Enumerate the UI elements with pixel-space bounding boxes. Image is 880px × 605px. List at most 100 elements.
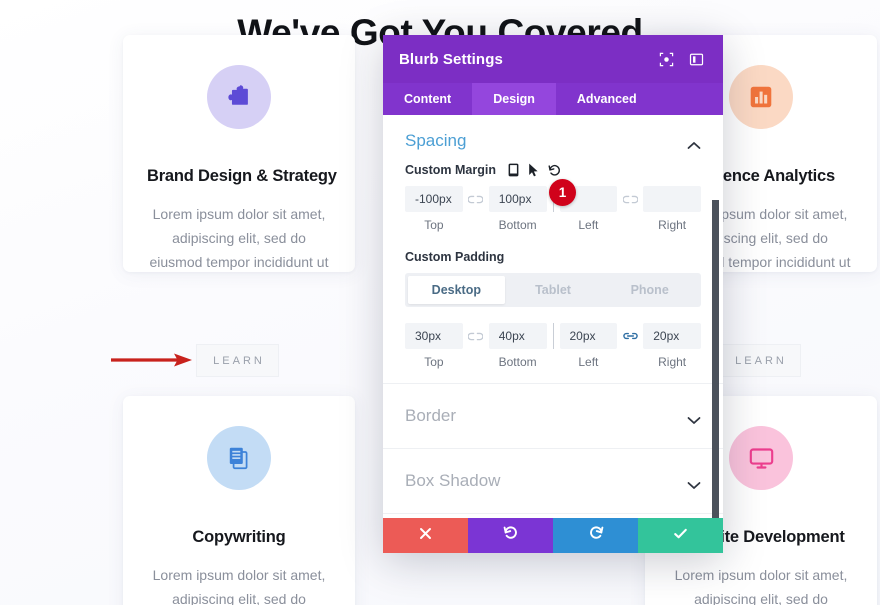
checkmark-icon (672, 525, 689, 547)
tab-content[interactable]: Content (383, 83, 472, 115)
padding-top-cell: 30px Top (405, 323, 463, 369)
bar-chart-icon (748, 84, 774, 110)
margin-top-cell: -100px Top (405, 186, 463, 232)
padding-bottom-input[interactable]: 40px (488, 323, 547, 349)
modal-body: Spacing Custom Margin -100px Top 100px B… (383, 115, 723, 518)
undo-button[interactable] (468, 518, 553, 553)
padding-left-caption: Left (578, 355, 599, 369)
cancel-button[interactable] (383, 518, 468, 553)
modal-scrollbar[interactable] (712, 200, 719, 518)
device-tab-tablet[interactable]: Tablet (505, 276, 602, 304)
device-tab-label: Phone (630, 283, 669, 297)
service-card-copywriting[interactable]: Copywriting Lorem ipsum dolor sit amet, … (123, 396, 355, 605)
tab-label: Content (404, 92, 452, 106)
learn-button-label: LEARN (213, 354, 265, 367)
link-broken-icon[interactable] (463, 323, 489, 349)
icon-circle (207, 426, 271, 490)
card-inner: Brand Design & Strategy Lorem ipsum dolo… (123, 35, 355, 272)
margin-right-caption: Right (658, 218, 687, 232)
margin-top-caption: Top (424, 218, 444, 232)
tab-advanced[interactable]: Advanced (556, 83, 658, 115)
undo-icon (503, 525, 519, 546)
padding-top-input[interactable]: 30px (405, 323, 463, 349)
card-title: Copywriting (192, 528, 286, 546)
padding-bottom-caption: Bottom (498, 355, 537, 369)
padding-left-cell: 20px Left (559, 323, 618, 369)
device-tab-label: Tablet (535, 283, 571, 297)
redo-button[interactable] (553, 518, 638, 553)
modal-tab-bar: Content Design Advanced (383, 83, 723, 115)
device-tab-phone[interactable]: Phone (601, 276, 698, 304)
margin-bottom-caption: Bottom (498, 218, 537, 232)
field-label-text: Custom Padding (405, 250, 505, 264)
section-header-border[interactable]: Border (383, 383, 723, 448)
monitor-icon (748, 445, 775, 472)
padding-right-input[interactable]: 20px (643, 323, 701, 349)
icon-circle (207, 65, 271, 129)
section-title: Spacing (405, 131, 467, 150)
margin-bottom-input[interactable]: 100px (488, 186, 547, 212)
link-broken-icon[interactable] (617, 186, 643, 212)
margin-top-input[interactable]: -100px (405, 186, 463, 212)
learn-button-left[interactable]: LEARN (196, 344, 279, 377)
modal-title: Blurb Settings (399, 50, 503, 68)
custom-margin-group: Custom Margin -100px Top 100px Bottom Le… (383, 161, 723, 232)
card-description: Lorem ipsum dolor sit amet, adipiscing e… (149, 206, 329, 271)
chevron-up-icon[interactable] (687, 137, 701, 149)
cursor-icon[interactable] (528, 163, 539, 177)
custom-margin-label: Custom Margin (405, 163, 701, 177)
margin-fields-row: -100px Top 100px Bottom Left Right 1 (405, 179, 701, 232)
custom-padding-label: Custom Padding (405, 250, 701, 264)
documents-icon (226, 445, 252, 471)
padding-left-input[interactable]: 20px (559, 323, 618, 349)
responsive-icon-group (508, 163, 561, 177)
padding-right-pair: 20px Left 20px Right (559, 323, 701, 369)
learn-button-label: LEARN (735, 354, 787, 367)
card-description: Lorem ipsum dolor sit amet, adipiscing e… (674, 567, 848, 605)
margin-left-pair: -100px Top 100px Bottom (405, 186, 547, 232)
padding-top-caption: Top (424, 355, 444, 369)
section-header-filters[interactable]: Filters (383, 513, 723, 518)
padding-right-caption: Right (658, 355, 687, 369)
focus-target-icon[interactable] (655, 48, 677, 70)
link-connected-icon[interactable] (617, 323, 643, 349)
panel-layout-icon[interactable] (685, 48, 707, 70)
section-title: Border (405, 406, 457, 425)
learn-button-right[interactable]: LEARN (718, 344, 801, 377)
padding-bottom-cell: 40px Bottom (488, 323, 547, 369)
card-title: Brand Design & Strategy (147, 167, 337, 185)
card-inner: Copywriting Lorem ipsum dolor sit amet, … (123, 396, 355, 605)
annotation-arrow-icon (110, 350, 192, 370)
chevron-down-icon[interactable] (687, 412, 701, 424)
tab-label: Advanced (576, 92, 637, 106)
margin-right-input[interactable] (643, 186, 701, 212)
icon-circle (729, 65, 793, 129)
device-tab-label: Desktop (431, 283, 481, 297)
redo-icon (588, 525, 604, 546)
blurb-settings-modal: Blurb Settings Content Design Advanced S… (383, 35, 723, 553)
field-divider (552, 323, 554, 349)
reset-icon[interactable] (548, 164, 561, 177)
device-tab-desktop[interactable]: Desktop (408, 276, 505, 304)
margin-right-pair: Left Right (559, 186, 701, 232)
annotation-badge-1: 1 (549, 179, 576, 206)
tab-design[interactable]: Design (472, 83, 556, 115)
service-card-brand[interactable]: Brand Design & Strategy Lorem ipsum dolo… (123, 35, 355, 272)
section-header-box-shadow[interactable]: Box Shadow (383, 448, 723, 513)
padding-right-cell: 20px Right (643, 323, 701, 369)
icon-circle (729, 426, 793, 490)
margin-bottom-cell: 100px Bottom (488, 186, 547, 232)
margin-right-cell: Right (643, 186, 701, 232)
modal-footer (383, 518, 723, 553)
modal-titlebar: Blurb Settings (383, 35, 723, 83)
save-button[interactable] (638, 518, 723, 553)
section-header-spacing[interactable]: Spacing (383, 115, 723, 161)
page-root: We've Got You Covered Brand Design & Str… (0, 0, 880, 605)
phone-icon[interactable] (508, 163, 519, 177)
chevron-down-icon[interactable] (687, 477, 701, 489)
padding-left-pair: 30px Top 40px Bottom (405, 323, 547, 369)
link-broken-icon[interactable] (463, 186, 489, 212)
card-description: Lorem ipsum dolor sit amet, adipiscing e… (152, 567, 326, 605)
padding-fields-row: 30px Top 40px Bottom 20px Left 20px Righ… (405, 323, 701, 369)
section-title: Box Shadow (405, 471, 501, 490)
